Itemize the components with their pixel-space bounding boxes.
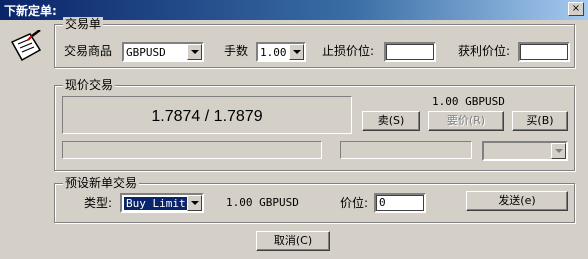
price-panel: 1.7874 / 1.7879 [62,96,352,134]
symbol-select[interactable]: GBPUSD [122,42,204,62]
deviation-select[interactable] [482,141,568,161]
pending-price-label: 价位: [340,196,369,210]
pending-volume-info: 1.00 GBPUSD [226,196,299,209]
market-volume-info: 1.00 GBPUSD [432,95,505,108]
volume-select[interactable]: 1.00 [256,42,306,62]
buy-button[interactable]: 买(B) [512,111,568,131]
chevron-down-icon[interactable] [551,143,566,159]
chevron-down-icon[interactable] [187,44,202,60]
symbol-label: 交易商品 [64,44,113,58]
market-group-legend: 现价交易 [63,78,116,92]
symbol-value: GBPUSD [126,46,166,59]
bid-ask-price: 1.7874 / 1.7879 [151,108,263,125]
stop-loss-input[interactable] [384,42,436,62]
pending-group-legend: 预设新单交易 [63,176,140,190]
chevron-down-icon[interactable] [187,195,202,211]
order-type-label: 类型: [84,196,113,210]
send-button[interactable]: 发送(e) [466,191,568,211]
request-button[interactable]: 要价(R) [428,111,504,131]
volume-value: 1.00 [260,46,287,59]
pending-price-input[interactable]: 0 [374,193,426,213]
window-title: 下新定单: [4,4,57,18]
take-profit-label: 获利价位: [458,44,511,58]
order-group-legend: 交易单 [63,17,104,31]
cancel-button[interactable]: 取消(C) [256,231,330,251]
take-profit-input[interactable] [518,42,570,62]
buy-progress-bar [340,141,472,159]
volume-label: 手数 [224,44,249,58]
close-button[interactable]: × [568,2,584,16]
order-type-value: Buy Limit [124,197,188,210]
sell-progress-bar [62,141,322,159]
chevron-down-icon[interactable] [289,44,304,60]
order-type-select[interactable]: Buy Limit [120,193,204,213]
stop-loss-label: 止损价位: [322,44,375,58]
order-document-icon [10,30,42,62]
sell-button[interactable]: 卖(S) [362,111,420,131]
